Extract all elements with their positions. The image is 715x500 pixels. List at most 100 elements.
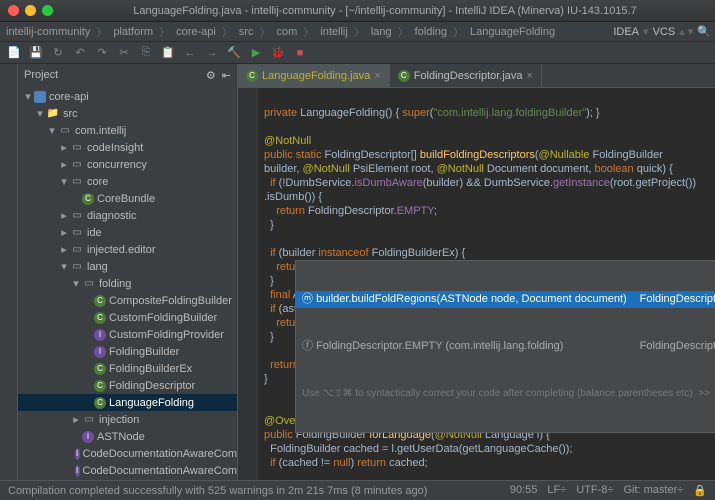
status-message: Compilation completed successfully with …	[8, 485, 427, 497]
cls-icon: C	[94, 397, 106, 409]
run-icon[interactable]: ▶	[248, 45, 264, 61]
pkg-icon: ▭	[82, 277, 96, 291]
close-tab-icon[interactable]: ×	[527, 70, 533, 82]
window-title: LanguageFolding.java - intellij-communit…	[63, 5, 707, 17]
editor-gutter[interactable]	[238, 88, 258, 480]
cls-icon: C	[94, 295, 106, 307]
tree-node[interactable]: ▸▭diagnostic	[18, 207, 237, 224]
tree-label: LanguageFolding	[109, 397, 194, 409]
completion-item[interactable]: ⓜ builder.buildFoldRegions(ASTNode node,…	[296, 291, 715, 308]
tree-label: CustomFoldingBuilder	[109, 312, 217, 324]
breadcrumb-bar: intellij-community〉 platform〉 core-api〉 …	[0, 22, 715, 42]
mod-icon	[34, 91, 46, 103]
project-tree[interactable]: ▾core-api▾📁src▾▭com.intellij▸▭codeInsigh…	[18, 86, 237, 480]
cls-icon: C	[82, 193, 94, 205]
search-icon[interactable]: 🔍	[697, 25, 711, 38]
tree-node[interactable]: ▾▭core	[18, 173, 237, 190]
completion-hint: Use ⌥⇧⌘ to syntactically correct your co…	[296, 385, 715, 402]
tree-node[interactable]: ▸▭ide	[18, 224, 237, 241]
crumb[interactable]: intellij	[318, 25, 350, 39]
tab-language-folding[interactable]: C LanguageFolding.java ×	[238, 64, 390, 87]
close-tab-icon[interactable]: ×	[374, 70, 380, 82]
copy-icon[interactable]: ⎘	[138, 45, 154, 61]
cls-icon: C	[94, 312, 106, 324]
tree-node[interactable]: CFoldingBuilderEx	[18, 360, 237, 377]
pkg-icon: ▭	[70, 175, 84, 189]
tree-node[interactable]: ▾▭folding	[18, 275, 237, 292]
tree-node[interactable]: CLanguageFolding	[18, 394, 237, 411]
tree-node[interactable]: ▸▭concurrency	[18, 156, 237, 173]
vcs-menu[interactable]: VCS	[653, 26, 676, 38]
build-icon[interactable]: 🔨	[226, 45, 242, 61]
tree-node[interactable]: ICustomFoldingProvider	[18, 326, 237, 343]
open-icon[interactable]: 📄	[6, 45, 22, 61]
crumb[interactable]: platform	[111, 25, 155, 39]
tree-label: core-api	[49, 91, 89, 103]
project-header[interactable]: Project	[24, 69, 58, 81]
cut-icon[interactable]: ✂	[116, 45, 132, 61]
tree-node[interactable]: CCompositeFoldingBuilder	[18, 292, 237, 309]
close-window[interactable]	[8, 5, 19, 16]
editor[interactable]: private LanguageFolding() { super("com.i…	[238, 88, 715, 480]
collapse-icon[interactable]: ⇤	[222, 69, 231, 82]
redo-icon[interactable]: ↷	[94, 45, 110, 61]
minimize-window[interactable]	[25, 5, 36, 16]
forward-icon[interactable]: →	[204, 45, 220, 61]
tree-node[interactable]: CCustomFoldingBuilder	[18, 309, 237, 326]
tree-label: ide	[87, 227, 102, 239]
maximize-window[interactable]	[42, 5, 53, 16]
tree-label: CompositeFoldingBuilder	[109, 295, 232, 307]
class-icon: C	[398, 70, 410, 82]
lock-icon[interactable]: 🔒	[693, 484, 707, 497]
crumb[interactable]: core-api	[174, 25, 218, 39]
tree-node[interactable]: ICodeDocumentationAwareCom	[18, 462, 237, 479]
tree-node[interactable]: ▾📁src	[18, 105, 237, 122]
toolbar: 📄 💾 ↻ ↶ ↷ ✂ ⎘ 📋 ← → 🔨 ▶ 🐞 ■	[0, 42, 715, 64]
project-sidebar: Project ⚙ ⇤ ▾core-api▾📁src▾▭com.intellij…	[18, 64, 238, 480]
debug-icon[interactable]: 🐞	[270, 45, 286, 61]
tree-node[interactable]: CCoreBundle	[18, 190, 237, 207]
crumb[interactable]: com	[275, 25, 300, 39]
stop-icon[interactable]: ■	[292, 45, 308, 61]
git-branch[interactable]: Git: master÷	[623, 484, 683, 497]
caret-pos[interactable]: 90:55	[510, 484, 538, 497]
crumb[interactable]: lang	[369, 25, 394, 39]
tab-label: FoldingDescriptor.java	[414, 70, 523, 82]
tree-node[interactable]: IASTNode	[18, 428, 237, 445]
save-icon[interactable]: 💾	[28, 45, 44, 61]
tree-node[interactable]: ▸▭injected.editor	[18, 241, 237, 258]
crumb[interactable]: src	[237, 25, 256, 39]
pkg-icon: ▭	[70, 260, 84, 274]
undo-icon[interactable]: ↶	[72, 45, 88, 61]
tree-node[interactable]: ▾▭com.intellij	[18, 122, 237, 139]
tree-node[interactable]: ICodeDocumentationAwareCom	[18, 445, 237, 462]
tree-label: FoldingDescriptor	[109, 380, 195, 392]
tree-label: ASTNode	[97, 431, 145, 443]
refresh-icon[interactable]: ↻	[50, 45, 66, 61]
line-sep[interactable]: LF÷	[547, 484, 566, 497]
tree-node[interactable]: ▾▭lang	[18, 258, 237, 275]
back-icon[interactable]: ←	[182, 45, 198, 61]
gear-icon[interactable]: ⚙	[206, 69, 216, 82]
titlebar: LanguageFolding.java - intellij-communit…	[0, 0, 715, 22]
tree-node[interactable]: IFoldingBuilder	[18, 343, 237, 360]
tree-node[interactable]: CFoldingDescriptor	[18, 377, 237, 394]
crumb[interactable]: folding	[413, 25, 449, 39]
tree-label: CoreBundle	[97, 193, 155, 205]
tree-label: diagnostic	[87, 210, 137, 222]
tab-folding-descriptor[interactable]: C FoldingDescriptor.java ×	[390, 64, 542, 87]
crumb[interactable]: intellij-community	[4, 25, 92, 39]
code-area[interactable]: private LanguageFolding() { super("com.i…	[258, 88, 715, 480]
completion-item[interactable]: ⓕ FoldingDescriptor.EMPTY (com.intellij.…	[296, 338, 715, 355]
idea-menu[interactable]: IDEA	[613, 26, 639, 38]
tree-node[interactable]: ▾core-api	[18, 88, 237, 105]
paste-icon[interactable]: 📋	[160, 45, 176, 61]
tree-node[interactable]: ▸▭injection	[18, 411, 237, 428]
intf-icon: I	[75, 448, 80, 460]
encoding[interactable]: UTF-8÷	[576, 484, 613, 497]
tree-node[interactable]: ▸▭codeInsight	[18, 139, 237, 156]
left-gutter	[0, 64, 18, 480]
completion-popup[interactable]: ⓜ builder.buildFoldRegions(ASTNode node,…	[295, 260, 715, 433]
crumb[interactable]: LanguageFolding	[468, 25, 557, 39]
pkg-icon: ▭	[70, 243, 84, 257]
